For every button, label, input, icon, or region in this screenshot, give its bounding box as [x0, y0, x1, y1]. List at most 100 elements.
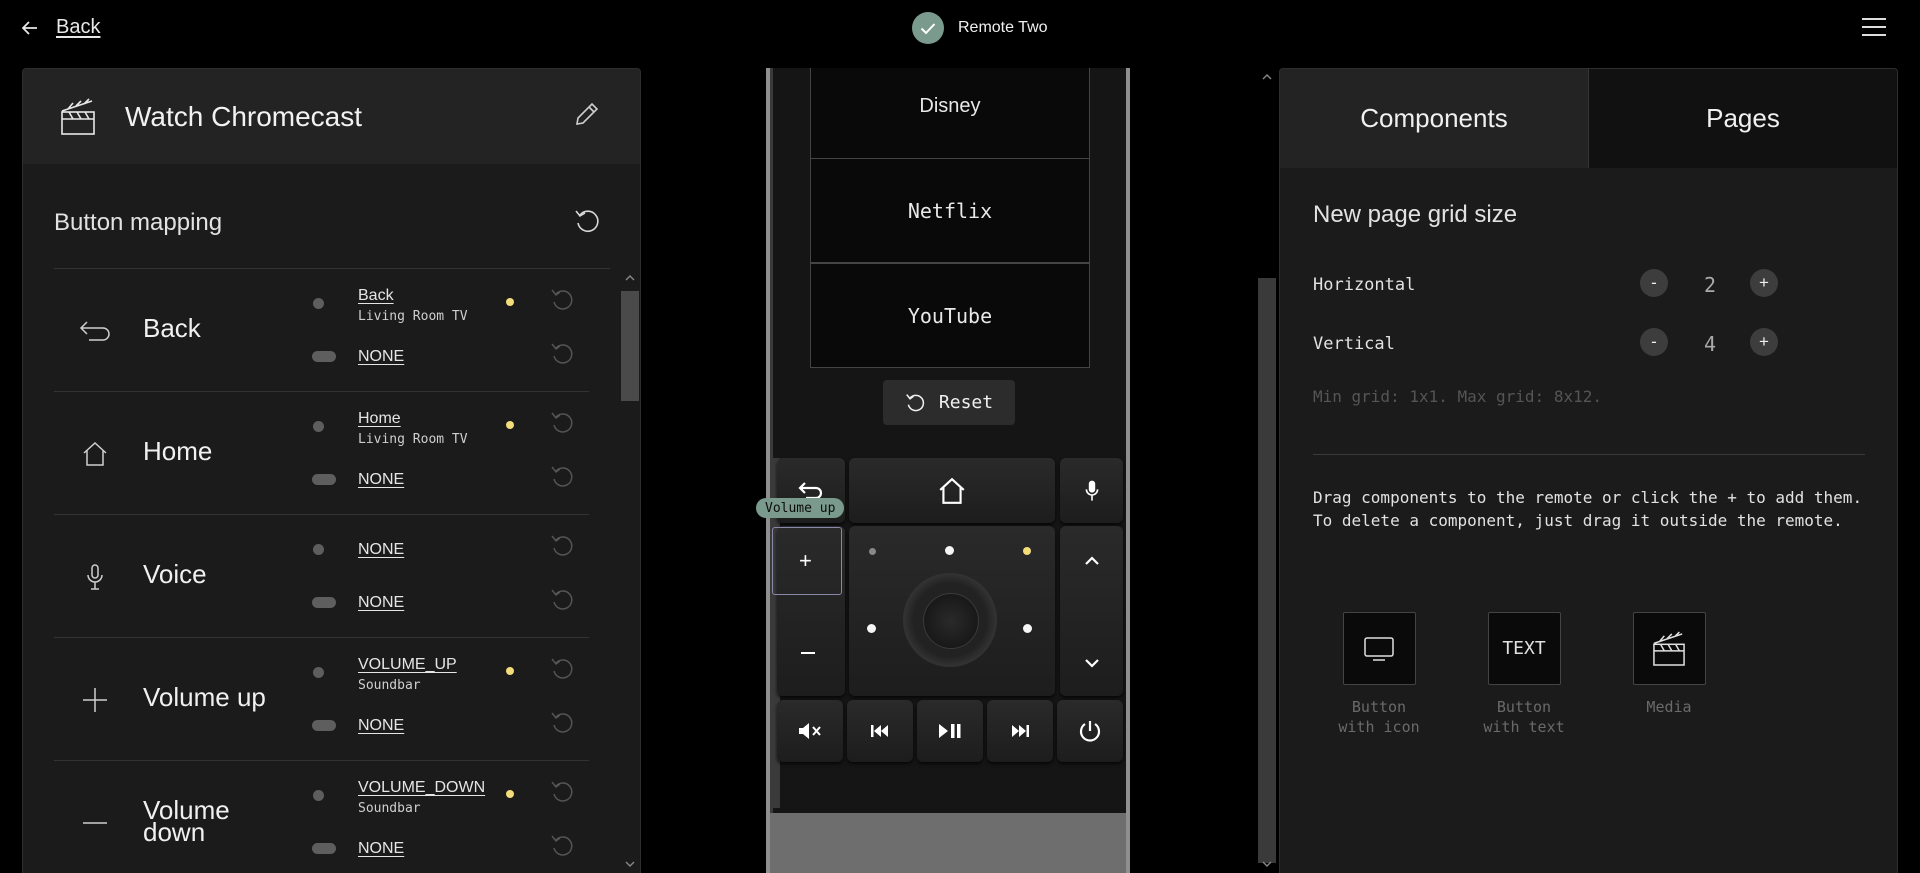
clapperboard-icon — [61, 97, 95, 135]
remote-reset-label: Reset — [938, 392, 994, 413]
power-button[interactable] — [1057, 700, 1123, 762]
component-thumbnail: TEXT — [1487, 612, 1561, 685]
mapping-row-name: Voice — [143, 559, 207, 589]
horizontal-decrement-button[interactable]: - — [1640, 269, 1668, 297]
vertical-label: Vertical — [1313, 334, 1395, 354]
long-press-action[interactable]: NONE — [358, 348, 404, 366]
vertical-decrement-button[interactable]: - — [1640, 328, 1668, 356]
remote-scrollbar[interactable] — [1257, 68, 1277, 873]
vertical-stepper: Vertical - 4 + — [1313, 328, 1863, 364]
tab-pages[interactable]: Pages — [1589, 69, 1897, 168]
long-press-action[interactable]: NONE — [358, 471, 404, 489]
indicator-dot — [869, 548, 876, 555]
chevron-up-icon[interactable] — [1262, 74, 1272, 80]
pencil-icon[interactable] — [574, 101, 600, 127]
dpad-right[interactable] — [1023, 624, 1032, 633]
vertical-increment-button[interactable]: + — [1750, 328, 1778, 356]
mapping-row-home: Home Home Living Room TV NONE — [54, 392, 589, 515]
long-press-indicator — [312, 720, 336, 731]
check-icon — [912, 12, 944, 44]
component-button-with-icon[interactable]: Button with icon — [1324, 612, 1434, 737]
plus-icon — [78, 684, 112, 716]
chevron-down-icon[interactable] — [1262, 861, 1272, 867]
reset-icon[interactable] — [550, 710, 576, 736]
reset-icon[interactable] — [550, 410, 576, 436]
horizontal-stepper: Horizontal - 2 + — [1313, 269, 1863, 305]
activity-header: Watch Chromecast — [23, 69, 640, 164]
instructions-text: Drag components to the remote or click t… — [1313, 488, 1863, 530]
reset-icon[interactable] — [550, 533, 576, 559]
long-press-action[interactable]: NONE — [358, 840, 404, 858]
dpad-left[interactable] — [867, 624, 876, 633]
long-press-action[interactable]: NONE — [358, 594, 404, 612]
assigned-indicator — [506, 298, 514, 306]
netflix-button[interactable]: Netflix — [810, 158, 1090, 263]
youtube-button[interactable]: YouTube — [810, 263, 1090, 368]
long-press-action[interactable]: NONE — [358, 717, 404, 735]
menu-icon[interactable] — [1862, 18, 1886, 36]
back-arrow-icon — [78, 315, 112, 347]
component-button-with-text[interactable]: TEXT Button with text — [1469, 612, 1579, 737]
reset-icon[interactable] — [550, 464, 576, 490]
short-press-action[interactable]: VOLUME_DOWN — [358, 779, 485, 797]
vertical-value: 4 — [1703, 332, 1717, 356]
chevron-up-icon[interactable] — [625, 275, 635, 281]
chevron-down-icon[interactable] — [1084, 658, 1100, 668]
volume-up-tooltip: Volume up — [756, 498, 845, 518]
mapping-row-voice: Voice NONE NONE — [54, 515, 589, 638]
previous-button[interactable] — [847, 700, 913, 762]
short-press-action[interactable]: VOLUME_UP — [358, 656, 457, 674]
indicator-dot-yellow — [1023, 547, 1031, 555]
play-pause-button[interactable] — [917, 700, 983, 762]
voice-hardware-button[interactable] — [1060, 458, 1123, 523]
mapping-scrollbar[interactable] — [620, 269, 640, 873]
reset-icon — [906, 393, 925, 411]
home-hardware-button[interactable] — [849, 458, 1055, 523]
component-thumbnail — [1342, 612, 1416, 685]
mapping-row-back: Back Back Living Room TV NONE — [54, 269, 589, 392]
activity-panel: Watch Chromecast Button mapping Back Bac… — [22, 68, 641, 873]
long-press-indicator — [312, 474, 336, 485]
reset-icon[interactable] — [550, 587, 576, 613]
reset-icon[interactable] — [550, 287, 576, 313]
short-press-action[interactable]: Back — [358, 287, 394, 305]
mapping-row-name: Home — [143, 436, 213, 466]
reset-icon[interactable] — [550, 341, 576, 367]
back-link[interactable]: Back — [22, 16, 100, 39]
dpad-up[interactable] — [945, 546, 954, 555]
dpad-ok-button[interactable] — [903, 573, 997, 667]
component-label: Button with text — [1483, 698, 1565, 736]
chevron-down-icon[interactable] — [625, 861, 635, 867]
short-press-entity: Soundbar — [358, 678, 421, 693]
next-button[interactable] — [987, 700, 1053, 762]
mapping-row-volume-up: Volume up VOLUME_UP Soundbar NONE — [54, 638, 589, 761]
remote-preview: Disney Netflix YouTube Reset + — [766, 68, 1130, 873]
scrollbar-thumb[interactable] — [1258, 278, 1276, 863]
volume-down-hardware-button[interactable] — [801, 652, 815, 654]
scrollbar-thumb[interactable] — [621, 291, 639, 401]
short-press-indicator — [313, 667, 324, 678]
activity-title: Watch Chromecast — [125, 100, 363, 132]
home-icon — [78, 438, 112, 470]
short-press-indicator — [313, 421, 324, 432]
assigned-indicator — [506, 421, 514, 429]
reset-icon[interactable] — [550, 833, 576, 859]
remote-reset-button[interactable]: Reset — [883, 380, 1015, 425]
mute-button[interactable] — [777, 700, 843, 762]
short-press-action[interactable]: Home — [358, 410, 401, 428]
disney-button[interactable]: Disney — [810, 68, 1090, 159]
reset-icon[interactable] — [550, 656, 576, 682]
power-icon — [1079, 721, 1101, 742]
reset-all-icon[interactable] — [574, 207, 602, 235]
chevron-up-icon[interactable] — [1084, 556, 1100, 566]
component-media[interactable]: Media — [1614, 612, 1724, 717]
short-press-entity: Soundbar — [358, 801, 421, 816]
mapping-row-name: Volume down — [143, 795, 230, 847]
back-arrow-icon — [22, 20, 37, 35]
tab-components[interactable]: Components — [1280, 69, 1589, 168]
horizontal-increment-button[interactable]: + — [1750, 269, 1778, 297]
short-press-entity: Living Room TV — [358, 432, 468, 447]
short-press-action[interactable]: NONE — [358, 541, 404, 559]
grid-size-hint: Min grid: 1x1. Max grid: 8x12. — [1313, 387, 1602, 406]
reset-icon[interactable] — [550, 779, 576, 805]
